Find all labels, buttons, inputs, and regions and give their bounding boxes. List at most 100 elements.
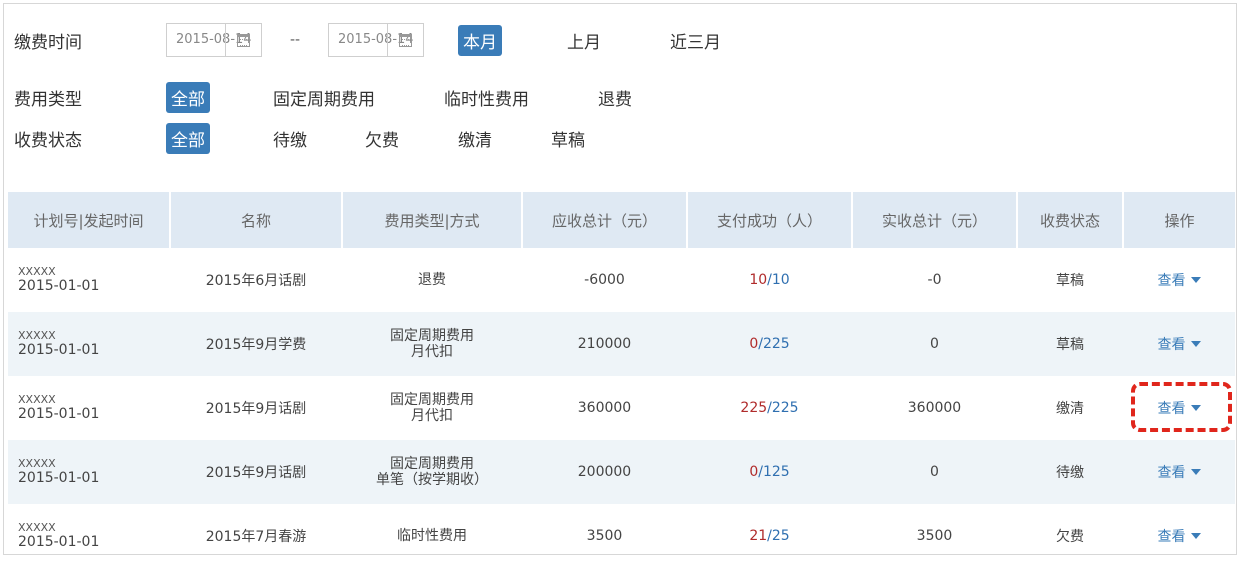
charge-status-label: 收费状态 <box>14 130 82 151</box>
column-header-plan-no-time: 计划号|发起时间 <box>8 192 170 248</box>
fee-type-option-refund[interactable]: 退费 <box>593 82 637 113</box>
plan-name: 2015年7月春游 <box>205 529 307 545</box>
plan-name: 2015年9月学费 <box>170 312 342 376</box>
plan-code: XXXXX <box>18 264 56 278</box>
view-dropdown-button[interactable]: 查看 <box>1158 398 1201 418</box>
view-dropdown-button[interactable]: 查看 <box>1158 334 1201 354</box>
period-option-this-month[interactable]: 本月 <box>458 24 502 56</box>
paid-total-count: 10 <box>771 272 790 288</box>
paid-total-count: 225 <box>762 336 790 352</box>
received-total: 0 <box>852 440 1017 504</box>
fee-type-cell: 固定周期费用 月代扣 <box>342 376 522 440</box>
paid-success-cell: 0/225 <box>687 312 852 376</box>
view-dropdown-button[interactable]: 查看 <box>1158 526 1201 546</box>
fee-method: 月代扣 <box>411 344 453 360</box>
column-header-name: 名称 <box>169 192 342 248</box>
table-row: XXXXX 2015-01-01 2015年9月话剧 固定周期费用 月代扣 36… <box>8 376 1235 440</box>
fee-type-cell: 固定周期费用 单笔（按学期收） <box>342 440 522 504</box>
payment-time-label: 缴费时间 <box>14 32 82 53</box>
receivable-total: -6000 <box>584 272 625 288</box>
status-option-owed[interactable]: 欠费 <box>360 123 404 154</box>
calendar-icon <box>399 33 412 47</box>
fee-plan-table: 计划号|发起时间 名称 费用类型|方式 应收总计（元） 支付成功（人） 实收总计… <box>8 192 1235 568</box>
plan-date: 2015-01-01 <box>18 405 100 422</box>
plan-code: XXXXX <box>18 392 56 406</box>
view-dropdown-button[interactable]: 查看 <box>1158 462 1201 482</box>
plan-date: 2015-01-01 <box>18 533 100 550</box>
caret-down-icon <box>1190 405 1201 411</box>
fee-type-option-temporary[interactable]: 临时性费用 <box>439 82 534 113</box>
status-option-all[interactable]: 全部 <box>166 122 210 154</box>
fee-method: 单笔（按学期收） <box>376 472 488 488</box>
fee-type: 固定周期费用 <box>390 392 474 408</box>
received-total: 360000 <box>907 400 962 416</box>
fee-type-option-fixed-period[interactable]: 固定周期费用 <box>268 82 380 113</box>
end-date-calendar-button[interactable] <box>387 24 423 56</box>
paid-success-count: 225 <box>740 400 768 416</box>
actions-cell: 查看 <box>1123 248 1235 312</box>
plan-name: 2015年6月话剧 <box>205 273 307 289</box>
fee-type-cell: 临时性费用 <box>342 504 522 568</box>
paid-total-count: 225 <box>771 400 799 416</box>
period-option-last-month[interactable]: 上月 <box>562 25 606 56</box>
plan-cell: XXXXX 2015-01-01 <box>8 440 170 504</box>
plan-date: 2015-01-01 <box>18 341 100 358</box>
start-date-input[interactable]: 2015-08-14 <box>166 23 262 57</box>
plan-cell: XXXXX 2015-01-01 <box>8 248 170 312</box>
fee-type: 固定周期费用 <box>390 328 474 344</box>
plan-date: 2015-01-01 <box>18 469 100 486</box>
plan-name: 2015年9月话剧 <box>170 440 342 504</box>
caret-down-icon <box>1190 277 1201 283</box>
status-badge: 待缴 <box>1017 440 1123 504</box>
column-header-fee-type-method: 费用类型|方式 <box>341 192 522 248</box>
date-range-separator: -- <box>289 32 301 48</box>
table-row: XXXXX 2015-01-01 2015年6月话剧 退费 -6000 10/1… <box>8 248 1235 312</box>
plan-date: 2015-01-01 <box>18 277 100 294</box>
received-total: 3500 <box>916 528 953 544</box>
calendar-icon <box>237 33 250 47</box>
status-option-pending[interactable]: 待缴 <box>268 123 312 154</box>
paid-success-cell: 0/125 <box>687 440 852 504</box>
caret-down-icon <box>1190 341 1201 347</box>
fee-management-panel: 缴费时间 2015-08-14 -- 2015-08-14 本月 上月 近三月 … <box>3 3 1237 555</box>
paid-success-cell: 225/225 <box>740 400 799 416</box>
table-row: XXXXX 2015-01-01 2015年9月话剧 固定周期费用 单笔（按学期… <box>8 440 1235 504</box>
paid-success-count: 0 <box>749 336 759 352</box>
fee-type-filter: 费用类型 全部 固定周期费用 临时性费用 退费 <box>14 79 637 115</box>
period-option-last-three-months[interactable]: 近三月 <box>665 25 726 56</box>
fee-type-option-all[interactable]: 全部 <box>166 81 210 113</box>
start-date-calendar-button[interactable] <box>225 24 261 56</box>
fee-type: 退费 <box>418 272 446 288</box>
status-badge: 欠费 <box>1056 529 1084 545</box>
fee-type: 临时性费用 <box>397 528 467 544</box>
fee-type-cell: 固定周期费用 月代扣 <box>342 312 522 376</box>
view-dropdown-button[interactable]: 查看 <box>1158 270 1201 290</box>
fee-type-label: 费用类型 <box>14 89 82 110</box>
plan-cell: XXXXX 2015-01-01 <box>8 312 170 376</box>
receivable-total: 3500 <box>586 528 623 544</box>
actions-cell: 查看 <box>1123 440 1235 504</box>
paid-total-count: 25 <box>771 528 790 544</box>
column-header-received-total: 实收总计（元） <box>851 192 1017 248</box>
status-option-draft[interactable]: 草稿 <box>546 123 590 154</box>
paid-success-cell: 21/25 <box>749 528 790 544</box>
status-badge: 草稿 <box>1017 312 1123 376</box>
paid-success-count: 0 <box>749 464 759 480</box>
end-date-input[interactable]: 2015-08-14 <box>328 23 424 57</box>
table-row: XXXXX 2015-01-01 2015年7月春游 临时性费用 3500 21… <box>8 504 1235 568</box>
paid-success-cell: 10/10 <box>749 272 790 288</box>
plan-code: XXXXX <box>18 456 56 470</box>
column-header-actions: 操作 <box>1122 192 1235 248</box>
actions-cell: 查看 <box>1123 504 1235 568</box>
status-option-paid-off[interactable]: 缴清 <box>453 123 497 154</box>
plan-name: 2015年9月话剧 <box>205 401 307 417</box>
fee-type: 固定周期费用 <box>390 456 474 472</box>
payment-time-filter: 缴费时间 2015-08-14 -- 2015-08-14 本月 上月 近三月 <box>14 22 726 58</box>
caret-down-icon <box>1190 469 1201 475</box>
actions-cell: 查看 <box>1123 376 1235 440</box>
paid-success-count: 10 <box>749 272 768 288</box>
charge-status-filter: 收费状态 全部 待缴 欠费 缴清 草稿 <box>14 120 590 156</box>
actions-cell: 查看 <box>1123 312 1235 376</box>
receivable-total: 360000 <box>577 400 632 416</box>
column-header-charge-status: 收费状态 <box>1016 192 1123 248</box>
